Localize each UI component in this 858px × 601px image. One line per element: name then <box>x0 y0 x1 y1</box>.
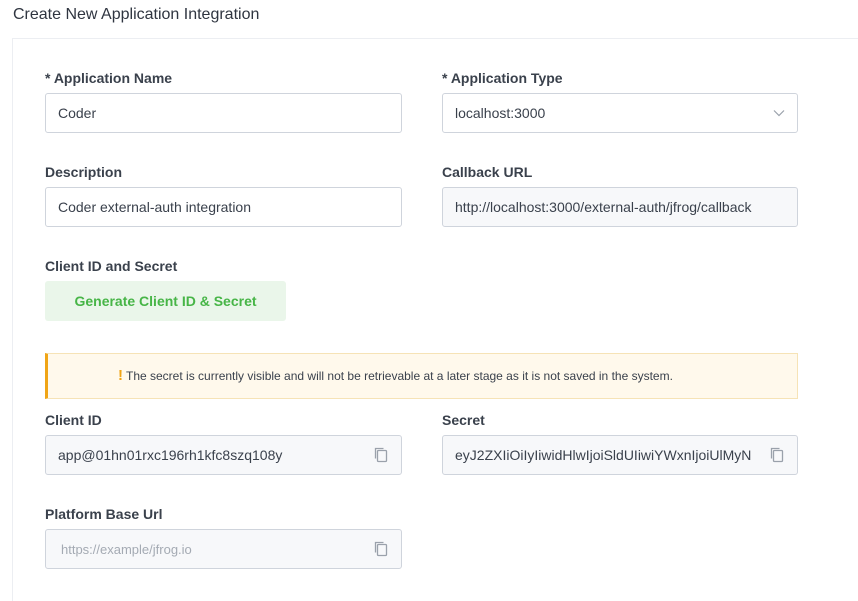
app-name-label: * Application Name <box>45 70 173 86</box>
callback-url-value: http://localhost:3000/external-auth/jfro… <box>455 199 752 215</box>
client-id-value: app@01hn01rxc196rh1kfc8szq108y <box>58 447 283 463</box>
callback-url-field[interactable]: http://localhost:3000/external-auth/jfro… <box>442 187 798 227</box>
secret-value: eyJ2ZXIiOiIyIiwidHlwIjoiSldUIiwiYWxnIjoi… <box>455 447 752 463</box>
description-value: Coder external-auth integration <box>58 199 252 215</box>
client-id-label: Client ID <box>45 412 102 428</box>
secret-label: Secret <box>442 412 485 428</box>
secret-warning-alert: ! The secret is currently visible and wi… <box>45 353 798 399</box>
app-name-value: Coder <box>58 105 97 121</box>
secret-field[interactable]: eyJ2ZXIiOiIyIiwidHlwIjoiSldUIiwiYWxnIjoi… <box>442 435 798 475</box>
copy-icon[interactable] <box>373 446 389 464</box>
app-type-label: * Application Type <box>442 70 563 86</box>
client-id-field[interactable]: app@01hn01rxc196rh1kfc8szq108y <box>45 435 402 475</box>
client-section-label: Client ID and Secret <box>45 258 178 274</box>
platform-url-placeholder: https://example/jfrog.io <box>61 541 192 557</box>
description-label: Description <box>45 164 123 180</box>
warning-icon: ! <box>118 367 123 384</box>
callback-url-label: Callback URL <box>442 164 533 180</box>
platform-url-field[interactable]: https://example/jfrog.io <box>45 529 402 569</box>
chevron-down-icon <box>773 110 785 117</box>
app-type-select[interactable]: localhost:3000 <box>442 93 798 133</box>
page-title: Create New Application Integration <box>13 6 260 23</box>
alert-text: The secret is currently visible and will… <box>126 369 673 383</box>
app-name-input[interactable]: Coder <box>45 93 402 133</box>
description-input[interactable]: Coder external-auth integration <box>45 187 402 227</box>
copy-icon[interactable] <box>373 540 389 558</box>
generate-client-id-secret-button[interactable]: Generate Client ID & Secret <box>45 281 286 321</box>
copy-icon[interactable] <box>769 446 785 464</box>
app-type-value: localhost:3000 <box>455 105 546 121</box>
platform-url-label: Platform Base Url <box>45 506 163 522</box>
